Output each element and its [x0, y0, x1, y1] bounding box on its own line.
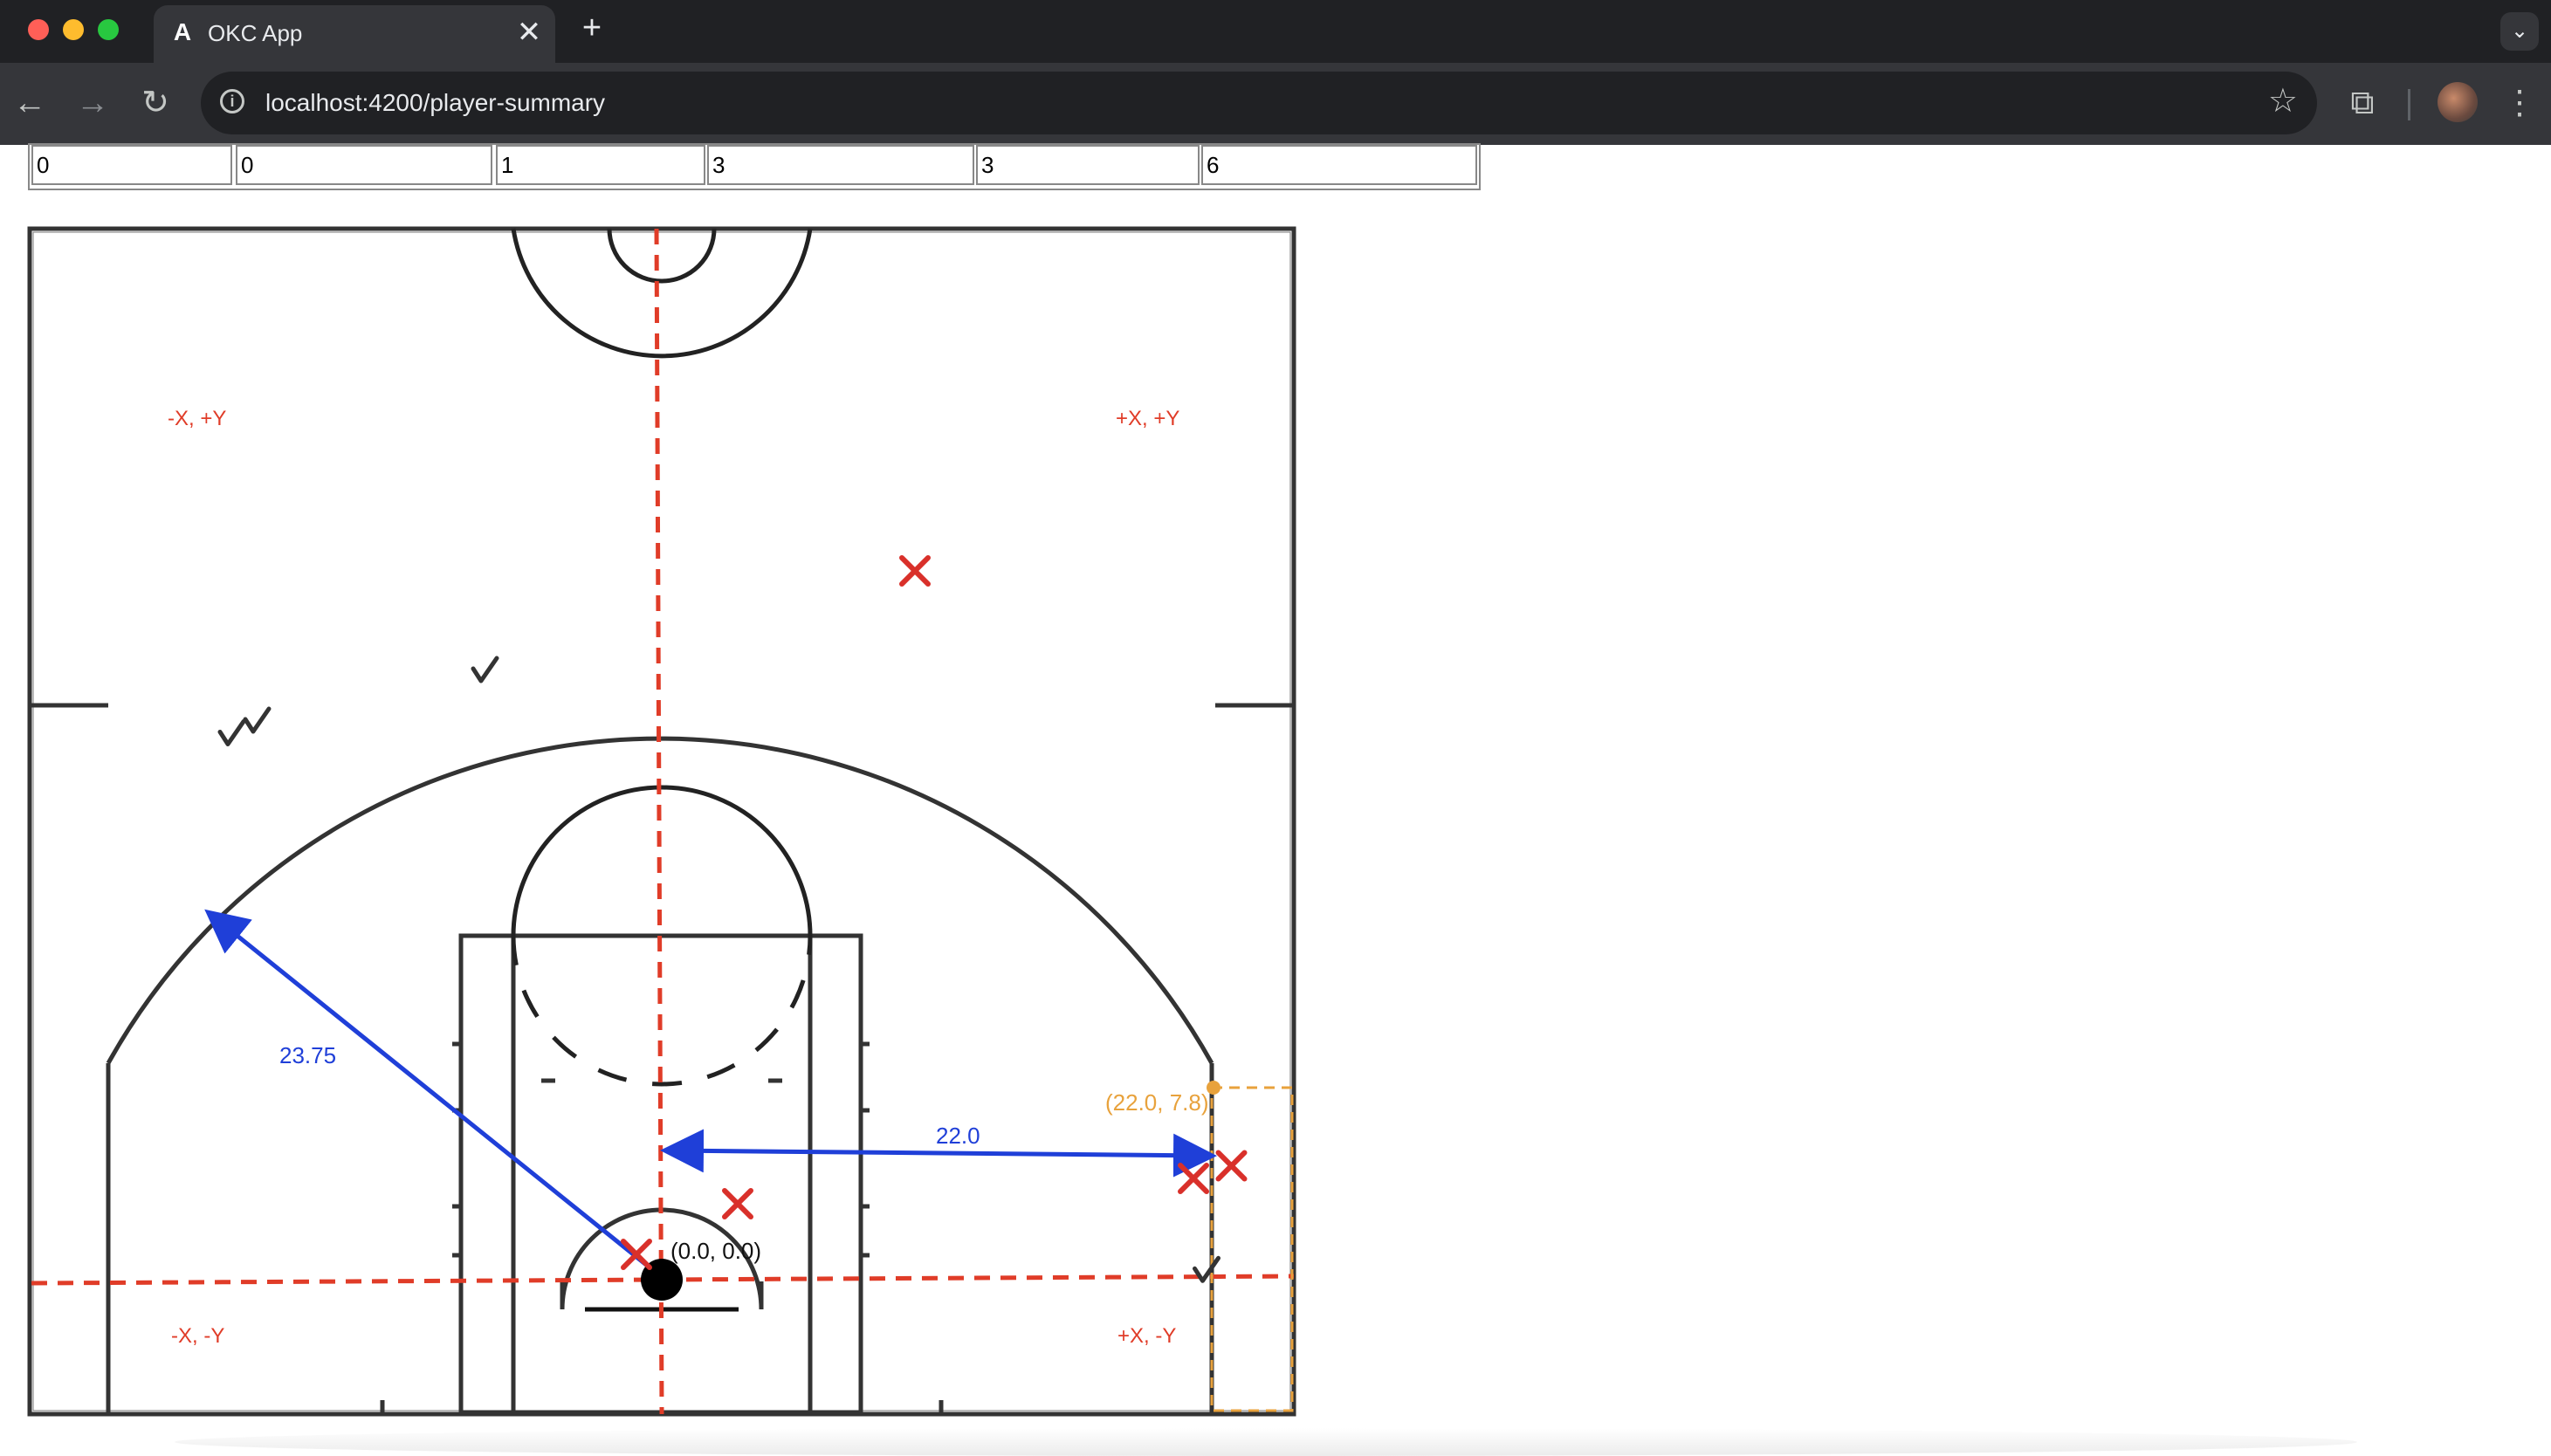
- shot-miss-marker: [722, 1188, 753, 1219]
- shot-miss-marker: [899, 555, 931, 587]
- shot-make-marker: [217, 719, 246, 746]
- arc-distance-arrow: [204, 909, 651, 1269]
- corner-three-zone: [1210, 1086, 1294, 1412]
- shot-make-marker: [243, 706, 272, 734]
- corner-distance-label: 22.0: [936, 1123, 980, 1149]
- arc-distance-label: 23.75: [279, 1042, 336, 1068]
- half-court-diagram: -X, +Y +X, +Y -X, -Y +X, -Y 23.75 22.0 (…: [27, 226, 1296, 1417]
- free-throw-circle-top: [511, 785, 813, 937]
- y-axis-dashed: [654, 228, 664, 1415]
- origin-coordinate-label: (0.0, 0.0): [670, 1238, 761, 1264]
- corner-distance-arrow: [660, 1129, 1217, 1178]
- corner-coordinate-label: (22.0, 7.8): [1105, 1089, 1209, 1116]
- shot-miss-marker: [1215, 1150, 1248, 1182]
- quadrant-label-top-right: +X, +Y: [1116, 407, 1179, 430]
- quadrant-label-top-left: -X, +Y: [168, 407, 226, 430]
- shot-markers: [217, 555, 1248, 1283]
- free-throw-circle-bottom: [511, 935, 813, 1087]
- quadrant-label-bottom-right: +X, -Y: [1117, 1324, 1176, 1348]
- shot-make-marker: [471, 656, 499, 683]
- center-circle-inner: [607, 228, 717, 284]
- shot-miss-marker: [1178, 1163, 1209, 1194]
- page-bottom-shadow: [175, 1428, 2357, 1456]
- shot-miss-marker: [621, 1239, 652, 1270]
- quadrant-label-bottom-left: -X, -Y: [171, 1324, 224, 1348]
- center-circle-outer: [511, 228, 813, 359]
